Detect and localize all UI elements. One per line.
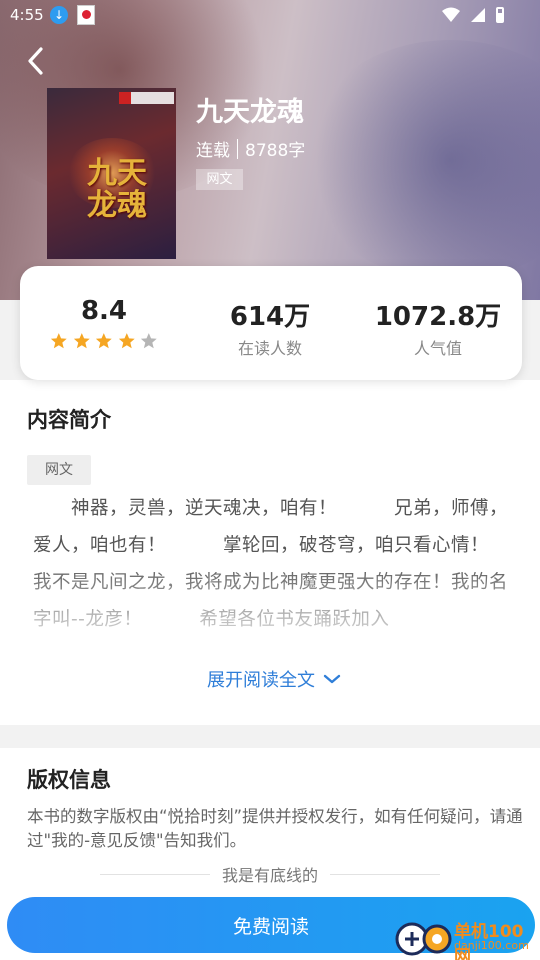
app-notification-icon [77, 5, 95, 25]
star-icon [96, 333, 112, 349]
watermark: 单机100网 danji100.com [392, 915, 540, 960]
readers-stat: 614万 在读人数 [212, 296, 328, 359]
star-empty-icon [141, 333, 158, 349]
meta-divider [237, 138, 238, 159]
book-cover[interactable]: 九天龙魂 [47, 88, 176, 259]
end-of-list-text: 我是有底线的 [222, 866, 319, 885]
popularity-stat: 1072.8万 人气值 [370, 296, 506, 359]
copyright-title: 版权信息 [27, 768, 111, 792]
watermark-url: danji100.com [454, 939, 529, 952]
chevron-down-icon [323, 674, 341, 684]
wifi-icon [442, 7, 460, 22]
star-icon [118, 333, 135, 349]
synopsis-fade [0, 560, 540, 670]
book-title: 九天龙魂 [196, 97, 304, 128]
watermark-logo-icon [395, 922, 452, 956]
expand-label: 展开阅读全文 [207, 670, 315, 691]
readers-value: 614万 [229, 302, 311, 332]
cover-title-art: 九天龙魂 [87, 156, 147, 223]
copyright-text: 本书的数字版权由“悦拾时刻”提供并授权发行，如有任何疑问，请通过"我的-意见反馈… [27, 807, 523, 850]
download-icon: ↓ [50, 6, 68, 24]
rating-stat: 8.4 [50, 296, 158, 350]
synopsis-title: 内容简介 [27, 408, 111, 432]
signal-icon [471, 8, 485, 22]
status-time: 4:55 [10, 6, 44, 24]
popularity-value: 1072.8万 [374, 302, 502, 332]
status-bar: 4:55 ↓ [0, 0, 540, 32]
popularity-label: 人气值 [413, 339, 462, 358]
back-arrow-icon[interactable] [22, 44, 52, 78]
end-of-list-divider: 我是有底线的 [100, 863, 440, 885]
expand-synopsis-button[interactable]: 展开阅读全文 [207, 666, 341, 692]
synopsis-tag: 网文 [27, 455, 91, 485]
rating-stars [50, 332, 158, 350]
battery-icon [496, 7, 504, 23]
book-word-count: 8788字 [245, 141, 306, 161]
book-category-tag: 网文 [196, 169, 243, 190]
readers-label: 在读人数 [237, 339, 302, 358]
book-meta: 连载 8788字 [196, 136, 305, 161]
star-icon [73, 333, 90, 349]
cover-seal-icon [119, 92, 131, 104]
book-status: 连载 [196, 141, 230, 161]
rating-value: 8.4 [80, 296, 128, 326]
stats-card: 8.4 614万 在读人数 1072.8万 人气值 [20, 266, 522, 380]
star-icon [50, 333, 67, 349]
